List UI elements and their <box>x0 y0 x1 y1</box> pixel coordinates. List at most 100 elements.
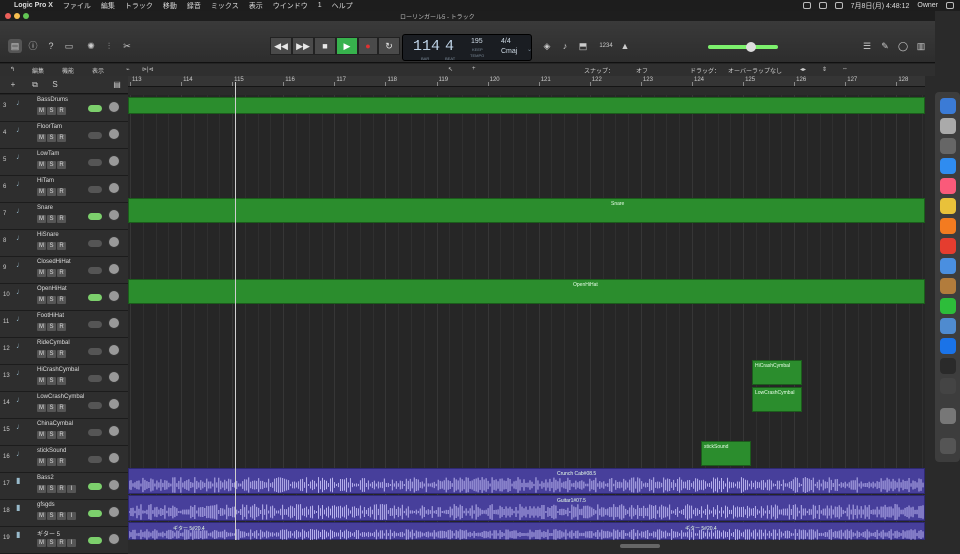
volume-knob[interactable] <box>108 317 120 329</box>
battery-icon[interactable] <box>834 2 843 9</box>
mute-button[interactable]: M <box>37 485 46 493</box>
solo-button[interactable]: S <box>47 431 56 439</box>
rewind-button[interactable]: ◀◀ <box>270 37 292 55</box>
volume-knob[interactable] <box>108 236 120 248</box>
track-header[interactable]: 4 ♩ FloorTam M S R <box>0 122 128 149</box>
track-header[interactable]: 9 ♩ ClosedHiHat M S R <box>0 257 128 284</box>
track-on-off-toggle[interactable] <box>88 267 102 274</box>
zoom-icon[interactable] <box>23 13 29 19</box>
vertical-scrollbar[interactable] <box>925 76 935 540</box>
menu-edit[interactable]: 編集 <box>101 1 115 11</box>
app-store-icon[interactable] <box>940 158 956 174</box>
snap-value[interactable]: オフ <box>636 66 648 75</box>
mute-button[interactable]: M <box>37 269 46 277</box>
track-on-off-toggle[interactable] <box>88 132 102 139</box>
solo-button[interactable]: S <box>47 539 56 547</box>
lcd-display[interactable]: 114 4 BAR BEAT 195 KEEP TEMPO 4/4 Cmaj ⌄ <box>402 34 532 61</box>
mute-button[interactable]: M <box>37 539 46 547</box>
region-guitar5-audio[interactable]: ギター 5#20.4 ギター 5#20.4 <box>128 522 925 540</box>
record-enable-button[interactable]: R <box>57 161 66 169</box>
minimize-icon[interactable] <box>14 13 20 19</box>
region-hicrashcymbal[interactable]: HiCrashCymbal <box>752 360 802 385</box>
forward-button[interactable]: ▶▶ <box>292 37 314 55</box>
record-enable-button[interactable]: R <box>57 458 66 466</box>
region-guitar1-audio[interactable]: Guitar1#07.5 <box>128 495 925 521</box>
track-header[interactable]: 3 ♩ BassDrums M S R <box>0 95 128 122</box>
volume-knob[interactable] <box>108 398 120 410</box>
track-on-off-toggle[interactable] <box>88 402 102 409</box>
menu-1[interactable]: 1 <box>318 2 322 9</box>
solo-button[interactable]: S <box>47 188 56 196</box>
solo-button[interactable]: S <box>47 242 56 250</box>
track-name[interactable]: BassDrums <box>37 97 68 103</box>
vivaldi-icon[interactable] <box>940 238 956 254</box>
track-name[interactable]: Snare <box>37 205 53 211</box>
mute-button[interactable]: M <box>37 458 46 466</box>
menu-track[interactable]: トラック <box>125 1 153 11</box>
firefox-icon[interactable] <box>940 218 956 234</box>
track-header[interactable]: 5 ♩ LowTam M S R <box>0 149 128 176</box>
line-icon[interactable] <box>940 298 956 314</box>
mute-button[interactable]: M <box>37 350 46 358</box>
drag-value[interactable]: オーバーラップなし <box>728 66 782 75</box>
track-header[interactable]: 13 ♩ HiCrashCymbal M S R <box>0 365 128 392</box>
track-on-off-toggle[interactable] <box>88 348 102 355</box>
stop-button[interactable]: ■ <box>314 37 336 55</box>
track-name[interactable]: HiSnare <box>37 232 59 238</box>
menu-view[interactable]: 表示 <box>249 1 263 11</box>
track-on-off-toggle[interactable] <box>88 375 102 382</box>
track-on-off-toggle[interactable] <box>88 240 102 247</box>
input-monitor-button[interactable]: I <box>67 512 76 520</box>
mute-button[interactable]: M <box>37 215 46 223</box>
track-header[interactable]: 19 ▮ ギター 5MSRI <box>0 527 128 554</box>
track-name[interactable]: FloorTam <box>37 124 62 130</box>
track-name[interactable]: HiTam <box>37 178 54 184</box>
metronome-icon[interactable]: ▲ <box>618 39 632 53</box>
vertical-zoom-icon[interactable]: ⇕ <box>822 66 827 73</box>
region-bass-audio[interactable]: Crunch Cab#08.5 <box>128 468 925 494</box>
record-enable-button[interactable]: R <box>57 215 66 223</box>
trash-icon[interactable] <box>940 438 956 454</box>
track-name[interactable]: ギター 5 <box>37 529 60 538</box>
menu-window[interactable]: ウインドウ <box>273 1 308 11</box>
volume-knob[interactable] <box>108 452 120 464</box>
bar-ruler[interactable]: 113 114 115 116 117 118 119 120 121 122 123 124 125 1… <box>128 76 925 87</box>
menu-help[interactable]: ヘルプ <box>332 1 353 11</box>
volume-knob[interactable] <box>108 209 120 221</box>
region-sticksound[interactable]: stickSound <box>701 441 751 466</box>
volume-knob[interactable] <box>108 182 120 194</box>
pencil-tool-icon[interactable]: + <box>472 66 476 72</box>
inspector-icon[interactable]: ⓘ <box>26 39 40 53</box>
automation-icon[interactable]: ⌁ <box>126 66 130 73</box>
track-name[interactable]: Bass2 <box>37 475 54 481</box>
smart-controls-icon[interactable]: ✺ <box>84 39 98 53</box>
solo-button[interactable]: S <box>47 269 56 277</box>
menu-file[interactable]: ファイル <box>63 1 91 11</box>
editors-icon[interactable]: ✂ <box>120 39 134 53</box>
function-menu[interactable]: 機能 <box>62 66 74 75</box>
system-preferences-icon[interactable] <box>940 118 956 134</box>
volume-knob[interactable] <box>108 533 120 545</box>
record-enable-button[interactable]: R <box>57 107 66 115</box>
record-enable-button[interactable]: R <box>57 350 66 358</box>
track-name[interactable]: stickSound <box>37 448 66 454</box>
count-in-button[interactable]: 1234 <box>596 39 616 53</box>
menu-record[interactable]: 録音 <box>187 1 201 11</box>
track-header[interactable]: 18 ▮ gfsgds M S R I <box>0 500 128 527</box>
track-header[interactable]: 10 ♩ OpenHiHat M S R <box>0 284 128 311</box>
record-enable-button[interactable]: R <box>57 323 66 331</box>
replace-icon[interactable]: ◈ <box>540 39 554 53</box>
mute-button[interactable]: M <box>37 431 46 439</box>
mail-icon[interactable] <box>940 258 956 274</box>
horizontal-scrollbar[interactable] <box>620 544 660 548</box>
close-icon[interactable] <box>5 13 11 19</box>
track-name[interactable]: gfsgds <box>37 502 55 508</box>
track-header[interactable]: 16 ♩ stickSound M S R <box>0 446 128 473</box>
notepad-icon[interactable]: ✎ <box>878 39 892 53</box>
utility-icon[interactable] <box>940 378 956 394</box>
track-header[interactable]: 11 ♩ FootHiHat M S R <box>0 311 128 338</box>
track-name[interactable]: LowTam <box>37 151 59 157</box>
record-enable-button[interactable]: R <box>57 512 66 520</box>
list-editors-icon[interactable]: ☰ <box>860 39 874 53</box>
view-menu[interactable]: 表示 <box>92 66 104 75</box>
